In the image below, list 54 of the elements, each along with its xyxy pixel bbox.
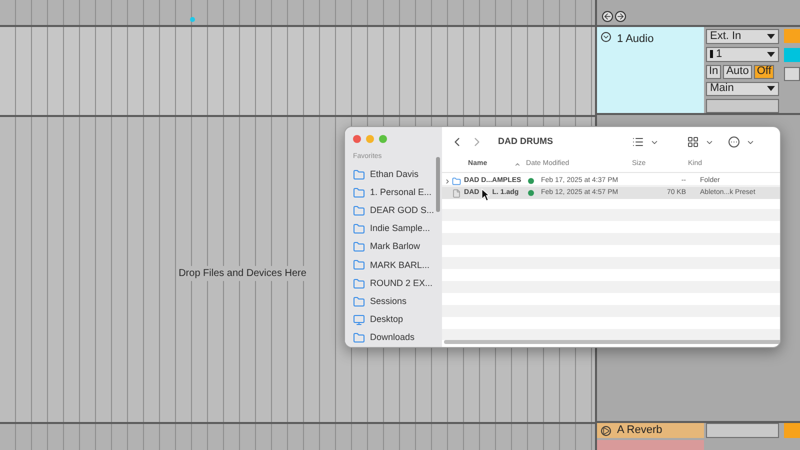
sidebar-item[interactable]: 1. Personal E... bbox=[353, 184, 434, 202]
drop-hint: Drop Files and Devices Here bbox=[176, 266, 308, 281]
sidebar-item[interactable]: Desktop bbox=[353, 310, 434, 329]
document-icon bbox=[452, 188, 462, 198]
track-name: 1 Audio bbox=[617, 32, 654, 47]
window-title: DAD DRUMS bbox=[498, 135, 554, 148]
caret-icon bbox=[767, 86, 775, 92]
grid-view-icon[interactable] bbox=[687, 136, 700, 148]
color-strip bbox=[784, 29, 800, 43]
output-dropdown[interactable]: Main bbox=[706, 82, 779, 96]
folder-icon bbox=[353, 204, 365, 217]
empty-slot[interactable] bbox=[706, 99, 779, 114]
caret-icon bbox=[767, 52, 775, 57]
color-strip bbox=[784, 48, 800, 62]
empty-slot bbox=[784, 67, 800, 81]
track-header[interactable]: 1 Audio bbox=[597, 27, 704, 113]
folder-icon bbox=[353, 241, 365, 254]
input-channel-dropdown[interactable]: 1 bbox=[706, 46, 779, 62]
monitor-button[interactable]: Off bbox=[754, 64, 774, 78]
sidebar-item[interactable]: Mark Barlow bbox=[353, 238, 434, 256]
track-name: A Reverb bbox=[617, 423, 662, 438]
folder-icon bbox=[353, 168, 365, 181]
folder-icon bbox=[353, 332, 365, 344]
sidebar-item[interactable]: Ethan Davis bbox=[353, 166, 434, 184]
channel-icon bbox=[710, 50, 713, 58]
folder-icon bbox=[353, 296, 365, 308]
folder-icon bbox=[353, 223, 365, 236]
more-icon[interactable] bbox=[728, 136, 740, 148]
input-type-dropdown[interactable]: Ext. In bbox=[706, 29, 779, 44]
fold-icon[interactable] bbox=[601, 32, 611, 42]
sidebar-item[interactable]: Sessions bbox=[353, 292, 434, 311]
sidebar-item[interactable]: MARK BARL... bbox=[353, 256, 434, 274]
folder-icon bbox=[353, 186, 365, 199]
close-icon[interactable] bbox=[353, 135, 361, 143]
cursor-icon bbox=[481, 188, 490, 202]
scroll-bar[interactable] bbox=[444, 340, 780, 344]
sidebar-item[interactable]: ROUND 2 EX... bbox=[353, 274, 434, 293]
sidebar-item[interactable]: Indie Sample... bbox=[353, 220, 434, 238]
sidebar-item[interactable]: DEAR GOD S... bbox=[353, 202, 434, 220]
monitor-button[interactable]: Auto bbox=[723, 64, 752, 78]
play-icon[interactable] bbox=[601, 426, 611, 436]
color-strip bbox=[784, 423, 800, 438]
caret-icon bbox=[767, 34, 775, 39]
folder-icon bbox=[353, 259, 365, 272]
disclosure-icon[interactable] bbox=[444, 178, 451, 184]
monitor-button[interactable]: In bbox=[706, 64, 722, 78]
folder-icon bbox=[353, 278, 365, 290]
track-header[interactable]: A Reverb bbox=[597, 423, 704, 438]
scroll-bar[interactable] bbox=[436, 157, 440, 212]
folder-icon bbox=[452, 176, 462, 186]
sort-icon[interactable] bbox=[514, 161, 522, 168]
marker-icon bbox=[190, 17, 195, 22]
desktop-icon bbox=[353, 314, 365, 326]
sidebar-item[interactable]: Downloads bbox=[353, 328, 434, 347]
